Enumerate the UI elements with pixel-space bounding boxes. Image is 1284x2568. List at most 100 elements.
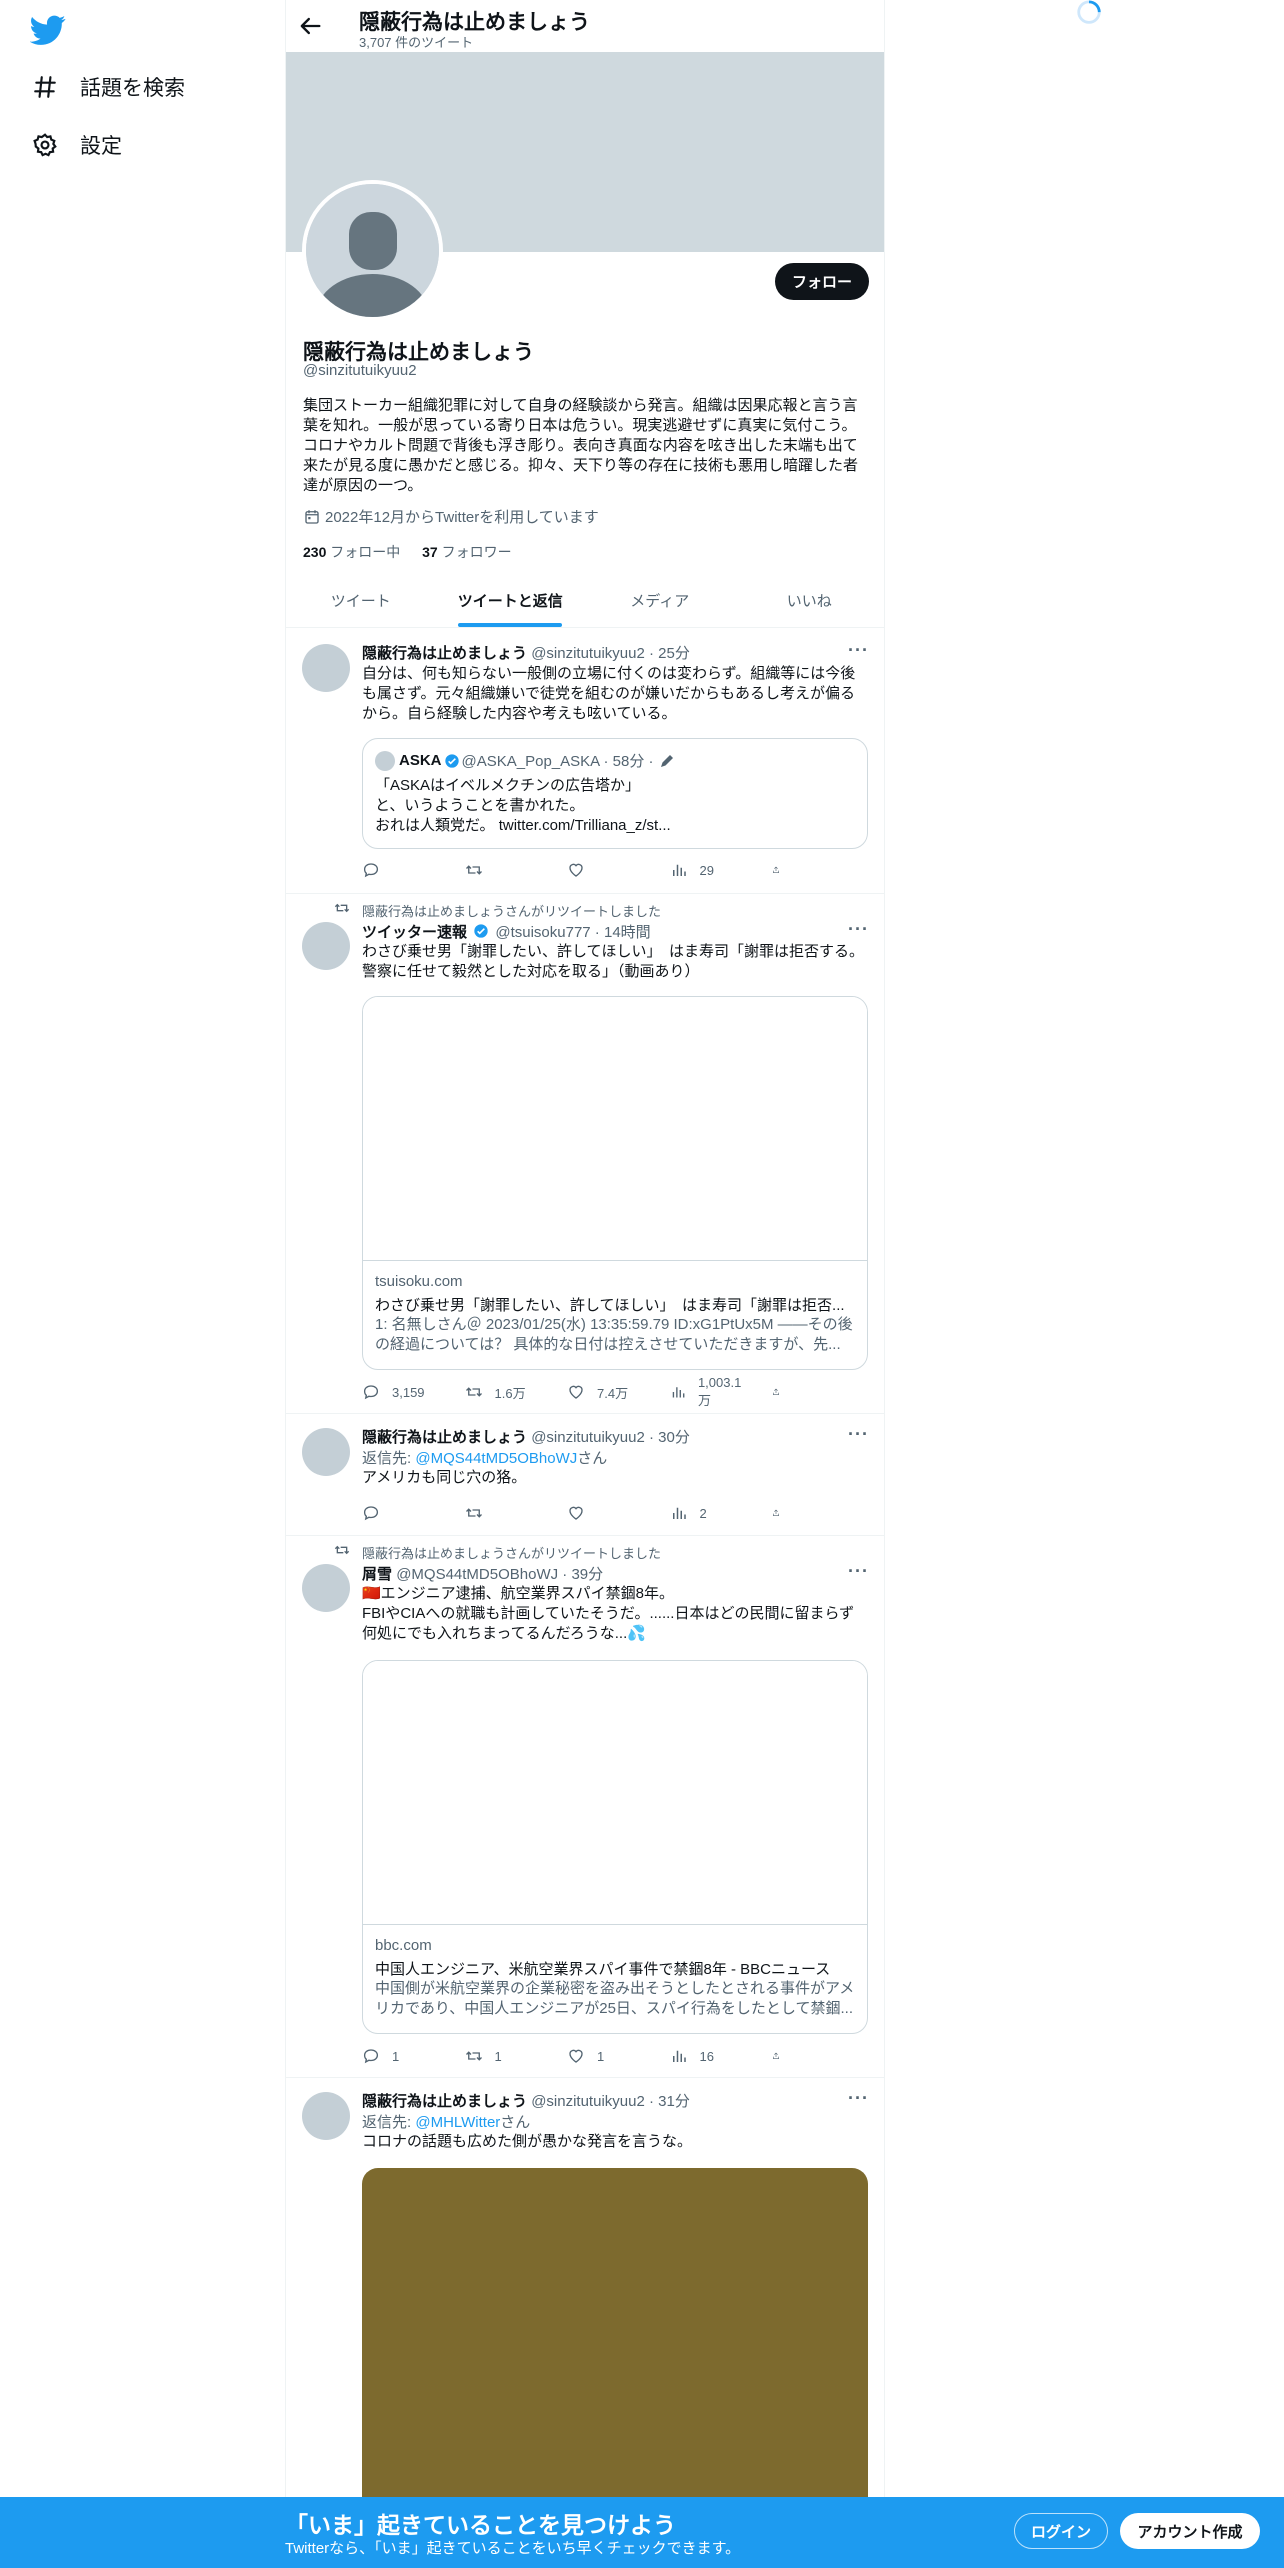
- tweet-meta: @sinzitutuikyuu2 · 30分: [531, 1429, 690, 1446]
- nav-settings-label: 設定: [80, 135, 122, 158]
- share-button[interactable]: [772, 2046, 792, 2066]
- calendar-icon: [305, 509, 319, 524]
- nav-explore-label: 話題を検索: [80, 77, 185, 100]
- retweet-line[interactable]: 隠蔽行為は止めましょうさんがリツイートしました: [362, 1543, 661, 1562]
- tweet-avatar[interactable]: [302, 922, 350, 970]
- reply-icon: [363, 2049, 379, 2064]
- share-icon: [773, 1509, 779, 1516]
- profile-joined-text: 2022年12月からTwitterを利用しています: [325, 509, 599, 526]
- views-button[interactable]: 16: [670, 2046, 750, 2066]
- profile-follow-counts: 230 フォロー中 37 フォロワー: [303, 542, 530, 562]
- tab-likes[interactable]: いいね: [735, 574, 885, 627]
- card-image: [363, 1661, 867, 1925]
- share-icon: [773, 866, 779, 873]
- share-icon: [773, 2052, 779, 2059]
- tab-media[interactable]: メディア: [585, 574, 735, 627]
- tweet-header: 隠蔽行為は止めましょう @sinzitutuikyuu2 · 25分: [362, 642, 690, 663]
- reply-button[interactable]: [362, 1503, 442, 1523]
- share-button[interactable]: [772, 860, 792, 880]
- tweet[interactable]: 隠蔽行為は止めましょう @sinzitutuikyuu2 · 31分 ··· 返…: [286, 2078, 884, 2568]
- tab-tweets[interactable]: ツイート: [286, 574, 436, 627]
- more-options-icon[interactable]: ···: [848, 920, 868, 943]
- retweet-line[interactable]: 隠蔽行為は止めましょうさんがリツイートしました: [362, 901, 661, 920]
- follow-button[interactable]: フォロー: [775, 263, 869, 300]
- tweet-meta: @MQS44tMD5OBhoWJ · 39分: [396, 1566, 604, 1583]
- reply-to-link[interactable]: @MHLWitter: [415, 2114, 500, 2131]
- more-options-icon[interactable]: ···: [848, 641, 868, 664]
- tweet-author-name[interactable]: 隠蔽行為は止めましょう: [362, 1429, 527, 1446]
- profile-header-bar: 隠蔽行為は止めましょう 3,707 件のツイート: [286, 0, 884, 52]
- tweet-avatar[interactable]: [302, 644, 350, 692]
- tweet-avatar[interactable]: [302, 1428, 350, 1476]
- profile-tabs: ツイート ツイートと返信 メディア いいね: [286, 574, 884, 628]
- login-button[interactable]: ログイン: [1014, 2513, 1108, 2549]
- tab-tweets-and-replies[interactable]: ツイートと返信: [436, 574, 586, 627]
- following-count: 230: [303, 544, 327, 560]
- retweet-button[interactable]: 1.6万: [465, 1382, 545, 1402]
- following-link[interactable]: 230 フォロー中: [303, 544, 400, 560]
- tweet-text: コロナの話題も広めた側が愚かな発言を言うな。: [362, 2133, 693, 2150]
- retweet-button[interactable]: [465, 860, 545, 880]
- heart-icon: [569, 1506, 583, 1520]
- tweet-avatar[interactable]: [302, 1564, 350, 1612]
- tweet-actions: 3,159 1.6万 7.4万 1,003.1万: [362, 1375, 792, 1408]
- share-button[interactable]: [772, 1382, 792, 1402]
- tweet-text: わさび乗せ男「謝罪したい、許してほしい」 はま寿司「謝罪は拒否する。警察に任せて…: [362, 943, 865, 980]
- heart-icon: [569, 2049, 583, 2063]
- nav-item-settings[interactable]: 設定: [32, 125, 122, 165]
- signup-button[interactable]: アカウント作成: [1120, 2513, 1260, 2549]
- reply-button[interactable]: 3,159: [362, 1382, 442, 1402]
- tweet-actions: 2: [362, 1503, 792, 1523]
- tweet[interactable]: 隠蔽行為は止めましょう @sinzitutuikyuu2 · 25分 ··· 自…: [286, 628, 884, 894]
- tweet-avatar[interactable]: [302, 2092, 350, 2140]
- share-button[interactable]: [772, 1503, 792, 1523]
- back-arrow-icon[interactable]: [296, 12, 324, 40]
- like-button[interactable]: 1: [567, 2046, 647, 2066]
- tweet[interactable]: 隠蔽行為は止めましょうさんがリツイートしました ツイッター速報 @tsuisok…: [286, 894, 884, 1414]
- tweet[interactable]: 隠蔽行為は止めましょう @sinzitutuikyuu2 · 30分 ··· 返…: [286, 1414, 884, 1536]
- reply-button[interactable]: 1: [362, 2046, 442, 2066]
- views-chart-icon: [672, 864, 686, 876]
- views-count: 1,003.1万: [697, 1375, 742, 1408]
- views-button[interactable]: 2: [670, 1503, 750, 1523]
- retweet-icon: [465, 1508, 482, 1518]
- like-button[interactable]: 7.4万: [567, 1382, 647, 1402]
- tweet-header: ツイッター速報 @tsuisoku777 · 14時間: [362, 921, 651, 942]
- reply-button[interactable]: [362, 860, 442, 880]
- tweet-author-name[interactable]: 隠蔽行為は止めましょう: [362, 2093, 527, 2110]
- followers-link[interactable]: 37 フォロワー: [422, 544, 511, 560]
- retweet-indicator-icon: [334, 1545, 350, 1555]
- quoted-tweet[interactable]: ASKA @ASKA_Pop_ASKA · 58分 · 「ASKAはイベルメクチ…: [362, 738, 868, 849]
- loading-spinner-icon: [1077, 0, 1101, 24]
- tweet-author-name[interactable]: 屑雪: [362, 1566, 392, 1583]
- heart-icon: [569, 863, 583, 877]
- reply-prefix: 返信先:: [362, 1450, 416, 1467]
- default-avatar-icon: [306, 184, 439, 317]
- reply-to-link[interactable]: @MQS44tMD5OBhoWJ: [415, 1450, 577, 1467]
- signup-prompt-title: 「いま」起きていることを見つけよう: [285, 2512, 676, 2538]
- tweet-author-name[interactable]: 隠蔽行為は止めましょう: [362, 645, 527, 662]
- quoted-tweet-text: 「ASKAはイベルメクチンの広告塔か」 と、いうようことを書かれた。 おれは人類…: [375, 777, 671, 834]
- like-count: 1: [597, 2048, 605, 2064]
- views-button[interactable]: 29: [670, 860, 750, 880]
- views-button[interactable]: 1,003.1万: [670, 1375, 750, 1408]
- retweet-count: 1: [494, 2048, 502, 2064]
- quoted-author-name: ASKA: [399, 752, 442, 769]
- more-options-icon[interactable]: ···: [848, 2089, 868, 2112]
- card-description: 中国側が米航空業界の企業秘密を盗み出そうとしたとされる事件がアメリカであり、中国…: [375, 1980, 855, 2017]
- profile-avatar[interactable]: [302, 180, 443, 321]
- link-card[interactable]: tsuisoku.com わさび乗せ男「謝罪したい、許してほしい」 はま寿司「謝…: [362, 996, 868, 1370]
- tweet-header: 隠蔽行為は止めましょう @sinzitutuikyuu2 · 31分: [362, 2090, 690, 2111]
- twitter-logo-icon[interactable]: [30, 12, 66, 48]
- nav-item-explore[interactable]: 話題を検索: [32, 67, 185, 107]
- link-card[interactable]: bbc.com 中国人エンジニア、米航空業界スパイ事件で禁錮8年 - BBCニュ…: [362, 1660, 868, 2034]
- more-options-icon[interactable]: ···: [848, 1562, 868, 1585]
- like-button[interactable]: [567, 860, 647, 880]
- like-button[interactable]: [567, 1503, 647, 1523]
- retweet-button[interactable]: [465, 1503, 545, 1523]
- more-options-icon[interactable]: ···: [848, 1425, 868, 1448]
- tweet-author-name[interactable]: ツイッター速報: [362, 924, 467, 941]
- retweet-button[interactable]: 1: [465, 2046, 545, 2066]
- card-description: 1: 名無しさん＠ 2023/01/25(水) 13:35:59.79 ID:x…: [375, 1316, 853, 1353]
- tweet[interactable]: 隠蔽行為は止めましょうさんがリツイートしました 屑雪 @MQS44tMD5OBh…: [286, 1536, 884, 2078]
